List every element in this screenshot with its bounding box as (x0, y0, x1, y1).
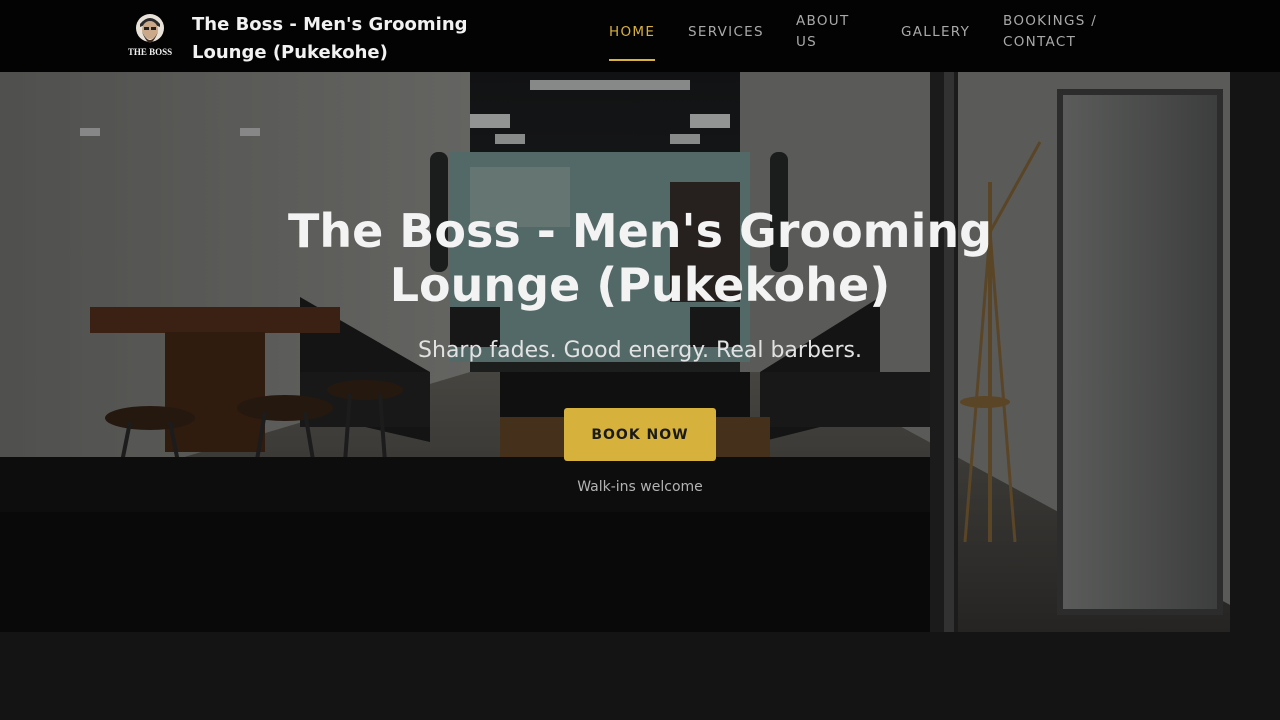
brand-name[interactable]: The Boss - Men's Grooming Lounge (Pukeko… (192, 11, 492, 67)
site-header: THE BOSS The Boss - Men's Grooming Loung… (0, 0, 1280, 72)
logo-icon[interactable]: THE BOSS (124, 8, 176, 60)
below-fold-section (0, 632, 1280, 720)
nav-home[interactable]: HOME (609, 22, 656, 61)
nav-gallery[interactable]: GALLERY (901, 22, 970, 43)
book-now-button[interactable]: BOOK NOW (564, 408, 716, 461)
hero-tagline: Sharp fades. Good energy. Real barbers. (418, 338, 862, 363)
walk-ins-note: Walk-ins welcome (577, 479, 703, 495)
brand[interactable]: THE BOSS The Boss - Men's Grooming Loung… (124, 8, 468, 63)
hero-section: The Boss - Men's Grooming Lounge (Pukeko… (0, 72, 1280, 632)
logo-text: THE BOSS (128, 47, 172, 57)
nav-bookings-contact[interactable]: BOOKINGS / CONTACT (1003, 11, 1123, 53)
nav-about-us[interactable]: ABOUT US (796, 11, 866, 53)
hero-title: The Boss - Men's Grooming Lounge (Pukeko… (287, 204, 993, 312)
nav-services[interactable]: SERVICES (688, 22, 764, 43)
